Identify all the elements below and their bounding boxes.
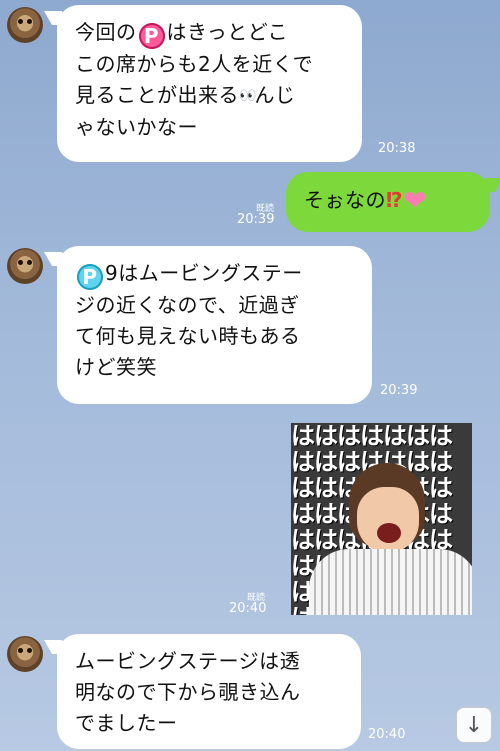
message-timestamp: 20:40 — [229, 601, 267, 616]
message-text: ムービングステージは透 明なので下から覗き込ん でましたー — [75, 649, 301, 735]
sender-avatar[interactable] — [7, 636, 43, 672]
arrow-down-icon: ↓ — [464, 712, 484, 738]
interrobang-emoji-icon: ⁉ — [386, 188, 404, 212]
image-message[interactable]: はははははははははははははははははははははははははははははははははははははははは… — [291, 423, 472, 615]
message-bubble[interactable]: P 9はムービングステー ジの近くなので、近過ぎ て何も見えない時もある けど笑笑 — [57, 246, 372, 404]
message-bubble[interactable]: ムービングステージは透 明なので下から覗き込ん でましたー — [57, 634, 361, 749]
message-timestamp: 20:39 — [380, 383, 418, 398]
message-timestamp: 20:39 — [237, 212, 275, 227]
message-bubble[interactable]: 今回の P はきっとどこ この席からも2人を近くで 見ることが出来る👀んじ ゃないか… — [57, 5, 362, 162]
message-text: そぉなの⁉❤ — [304, 184, 428, 217]
message-text: P 9はムービングステー ジの近くなので、近過ぎ て何も見えない時もある けど笑笑 — [75, 261, 303, 379]
sender-avatar[interactable] — [7, 7, 43, 43]
laughing-person-image — [309, 463, 472, 615]
eyes-emoji-icon: 👀 — [239, 88, 256, 104]
scroll-to-bottom-button[interactable]: ↓ — [456, 707, 492, 743]
message-timestamp: 20:40 — [368, 727, 406, 742]
message-timestamp: 20:38 — [378, 141, 416, 156]
message-bubble[interactable]: そぉなの⁉❤ — [286, 172, 490, 232]
heart-emoji-icon: ❤ — [403, 184, 428, 217]
message-text: 今回の P はきっとどこ この席からも2人を近くで 見ることが出来る👀んじ ゃないか… — [75, 20, 314, 139]
p-emoji-icon: P — [138, 23, 165, 49]
p-emoji-icon: P — [77, 264, 103, 290]
sender-avatar[interactable] — [7, 248, 43, 284]
